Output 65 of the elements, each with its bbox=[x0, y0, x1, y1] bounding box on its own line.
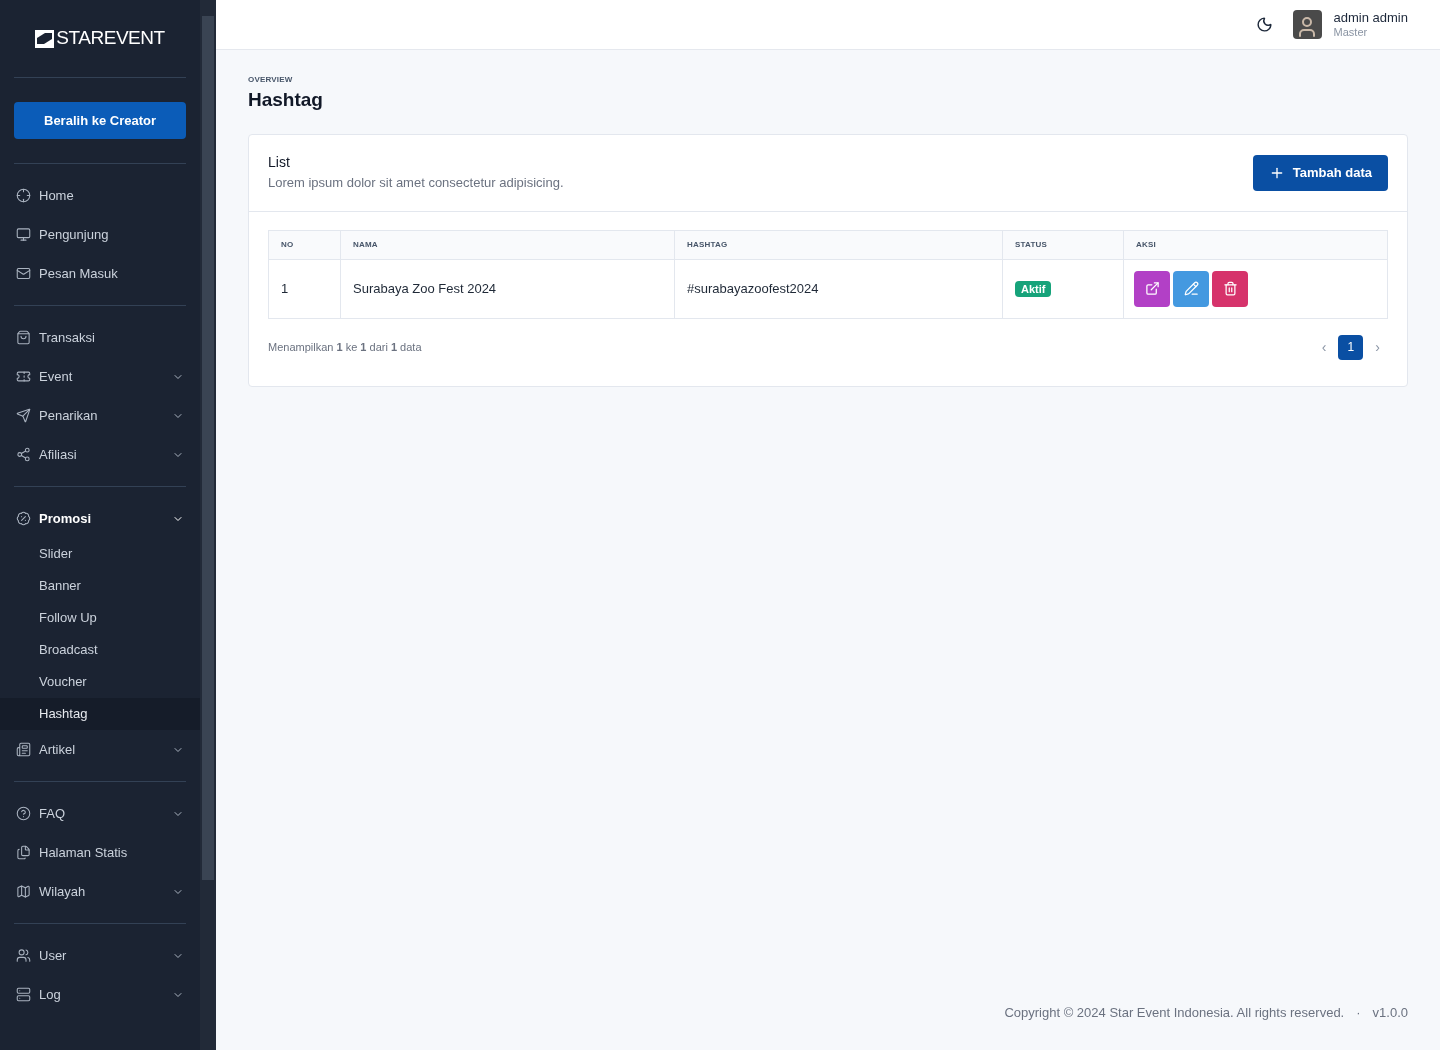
server-icon bbox=[16, 987, 31, 1002]
table-cell: Surabaya Zoo Fest 2024 bbox=[340, 259, 675, 318]
table-cell: 1 bbox=[268, 259, 341, 318]
column-header: NO bbox=[268, 230, 341, 259]
nodes-icon bbox=[16, 447, 31, 462]
column-header: AKSI bbox=[1123, 230, 1388, 259]
card-title: List bbox=[268, 153, 291, 173]
switch-creator-button[interactable]: Beralih ke Creator bbox=[14, 102, 186, 139]
map-icon bbox=[16, 884, 31, 899]
sidebar-item[interactable]: Wilayah bbox=[14, 872, 186, 911]
user-name: admin admin bbox=[1333, 9, 1408, 26]
sidebar-item[interactable]: Penarikan bbox=[14, 396, 186, 435]
sidebar-item[interactable]: Halaman Statis bbox=[14, 833, 186, 872]
sidebar-subitem[interactable]: Hashtag bbox=[0, 698, 200, 730]
sidebar-item[interactable]: FAQ bbox=[14, 794, 186, 833]
page-title: Hashtag bbox=[248, 88, 324, 112]
add-data-button[interactable]: Tambah data bbox=[1252, 154, 1388, 191]
separator-text: · bbox=[1356, 1003, 1361, 1022]
scrollbar[interactable] bbox=[200, 0, 216, 1050]
pagination-summary: Menampilkan 1 ke 1 dari 1 data bbox=[268, 339, 422, 355]
user-role: Master bbox=[1333, 25, 1369, 40]
external-link-icon bbox=[1144, 281, 1160, 296]
moon-icon[interactable] bbox=[1255, 16, 1273, 33]
sidebar-subitem[interactable]: Banner bbox=[0, 570, 200, 602]
sidebar-item[interactable]: Afiliasi bbox=[14, 435, 186, 474]
crosshair-icon bbox=[16, 188, 31, 203]
copyright-text: Copyright © 2024 Star Event Indonesia. All rights reserved. bbox=[1004, 1003, 1345, 1022]
column-header: NAMA bbox=[340, 230, 675, 259]
edit-button[interactable] bbox=[1173, 270, 1209, 307]
card-subtitle: Lorem ipsum dolor sit amet consectetur adipisicing. bbox=[268, 174, 564, 193]
monitor-icon bbox=[16, 227, 31, 242]
help-icon bbox=[16, 806, 31, 821]
sidebar-item[interactable]: User bbox=[14, 936, 186, 975]
sidebar-item[interactable]: Event bbox=[14, 357, 186, 396]
column-header: HASHTAG bbox=[674, 230, 1003, 259]
logo-icon bbox=[35, 29, 55, 48]
page-button[interactable]: 1 bbox=[1338, 334, 1364, 360]
sidebar-item[interactable]: Pesan Masuk bbox=[14, 254, 186, 293]
sidebar-subitem[interactable]: Voucher bbox=[0, 666, 200, 698]
table-cell: #surabayazoofest2024 bbox=[674, 259, 1003, 318]
trash-icon bbox=[1222, 281, 1238, 296]
shopping-bag-icon bbox=[16, 330, 31, 345]
delete-button[interactable] bbox=[1212, 270, 1248, 307]
sidebar-subitem[interactable]: Follow Up bbox=[0, 602, 200, 634]
open-button[interactable] bbox=[1134, 270, 1170, 307]
sidebar-subitem[interactable]: Slider bbox=[0, 538, 200, 570]
document-icon bbox=[16, 742, 31, 757]
sidebar-subitem[interactable]: Broadcast bbox=[0, 634, 200, 666]
status-badge: Aktif bbox=[1015, 280, 1052, 297]
page-overline: OVERVIEW bbox=[248, 74, 294, 86]
users-icon bbox=[16, 948, 31, 963]
version-text: v1.0.0 bbox=[1372, 1003, 1408, 1022]
logo-text: STAREVENT bbox=[56, 26, 165, 51]
pages-icon bbox=[16, 845, 31, 860]
mail-icon bbox=[16, 266, 31, 281]
column-header: STATUS bbox=[1002, 230, 1124, 259]
pencil-icon bbox=[1183, 281, 1199, 296]
avatar bbox=[1292, 10, 1322, 39]
sidebar-item[interactable]: Promosi bbox=[14, 499, 186, 538]
sidebar-item[interactable]: Transaksi bbox=[14, 318, 186, 357]
sidebar-item[interactable]: Log bbox=[14, 975, 186, 1014]
sidebar-item[interactable]: Home bbox=[14, 176, 186, 215]
paper-plane-icon bbox=[16, 408, 31, 423]
sidebar-item[interactable]: Artikel bbox=[14, 730, 186, 769]
sidebar-item[interactable]: Pengunjung bbox=[14, 215, 186, 254]
